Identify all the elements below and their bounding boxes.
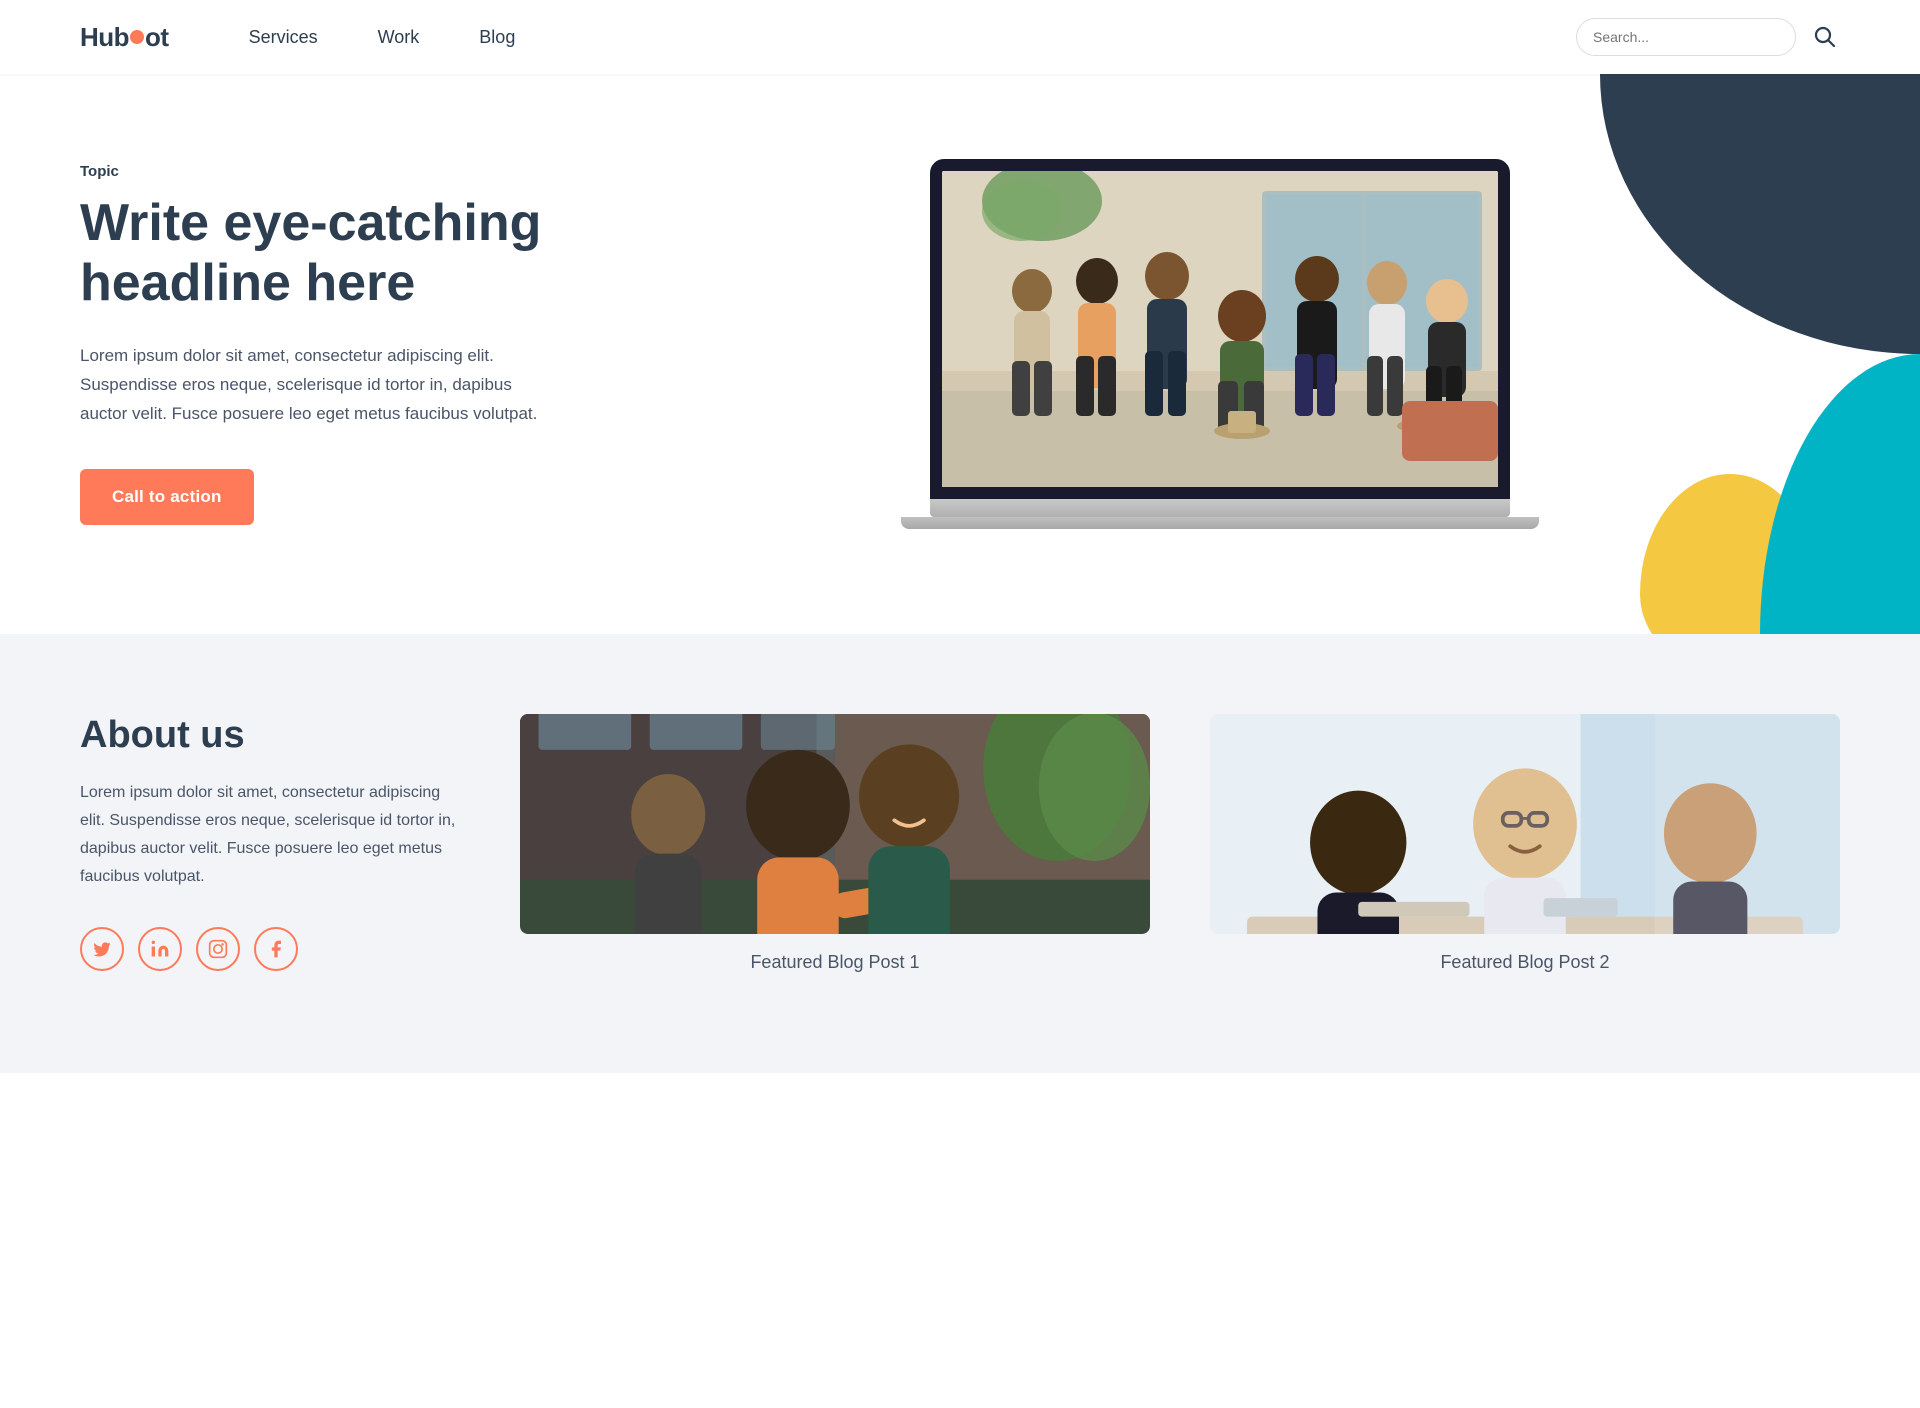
nav-links: Services Work Blog: [249, 27, 516, 48]
laptop-mockup: [930, 159, 1510, 529]
hero-content: Topic Write eye-catching headline here L…: [80, 163, 600, 524]
blog-post-2-title[interactable]: Featured Blog Post 2: [1440, 952, 1609, 973]
search-input[interactable]: [1576, 18, 1796, 56]
hero-body: Lorem ipsum dolor sit amet, consectetur …: [80, 342, 540, 429]
nav-item-work[interactable]: Work: [378, 27, 420, 48]
twitter-icon: [92, 939, 112, 959]
blog-card-2: Featured Blog Post 2: [1210, 714, 1840, 973]
laptop-bottom: [901, 517, 1539, 529]
blog-card-1: Featured Blog Post 1: [520, 714, 1150, 973]
hero-image-wrap: [600, 159, 1840, 529]
hero-section: Topic Write eye-catching headline here L…: [0, 74, 1920, 634]
blog-photo-1: [520, 714, 1150, 934]
logo[interactable]: Hubot: [80, 22, 169, 53]
about-heading: About us: [80, 714, 460, 757]
nav-link-work[interactable]: Work: [378, 27, 420, 47]
blog-post-1-title[interactable]: Featured Blog Post 1: [750, 952, 919, 973]
social-icons: [80, 927, 460, 971]
hero-headline: Write eye-catching headline here: [80, 194, 600, 314]
about-section: About us Lorem ipsum dolor sit amet, con…: [0, 634, 1920, 1073]
hero-topic: Topic: [80, 163, 600, 180]
social-facebook[interactable]: [254, 927, 298, 971]
social-instagram[interactable]: [196, 927, 240, 971]
linkedin-icon: [150, 939, 170, 959]
laptop-base: [930, 499, 1510, 517]
search-button[interactable]: [1808, 20, 1840, 55]
blog-image-2: [1210, 714, 1840, 934]
nav-item-services[interactable]: Services: [249, 27, 318, 48]
blog-image-1: [520, 714, 1150, 934]
nav-right: [1576, 18, 1840, 56]
laptop-screen-inner: [942, 171, 1498, 487]
about-grid: About us Lorem ipsum dolor sit amet, con…: [80, 714, 1840, 973]
navbar: Hubot Services Work Blog: [0, 0, 1920, 74]
blog-photo-2: [1210, 714, 1840, 934]
about-body: Lorem ipsum dolor sit amet, consectetur …: [80, 779, 460, 891]
nav-item-blog[interactable]: Blog: [479, 27, 515, 48]
hero-team-photo: [942, 171, 1498, 487]
about-content: About us Lorem ipsum dolor sit amet, con…: [80, 714, 460, 971]
instagram-icon: [208, 939, 228, 959]
social-twitter[interactable]: [80, 927, 124, 971]
cta-button[interactable]: Call to action: [80, 469, 254, 525]
nav-link-blog[interactable]: Blog: [479, 27, 515, 47]
logo-text: Hubot: [80, 22, 169, 53]
logo-dot: [130, 30, 144, 44]
nav-link-services[interactable]: Services: [249, 27, 318, 47]
laptop-screen: [930, 159, 1510, 499]
facebook-icon: [266, 939, 286, 959]
social-linkedin[interactable]: [138, 927, 182, 971]
search-icon: [1812, 24, 1836, 48]
